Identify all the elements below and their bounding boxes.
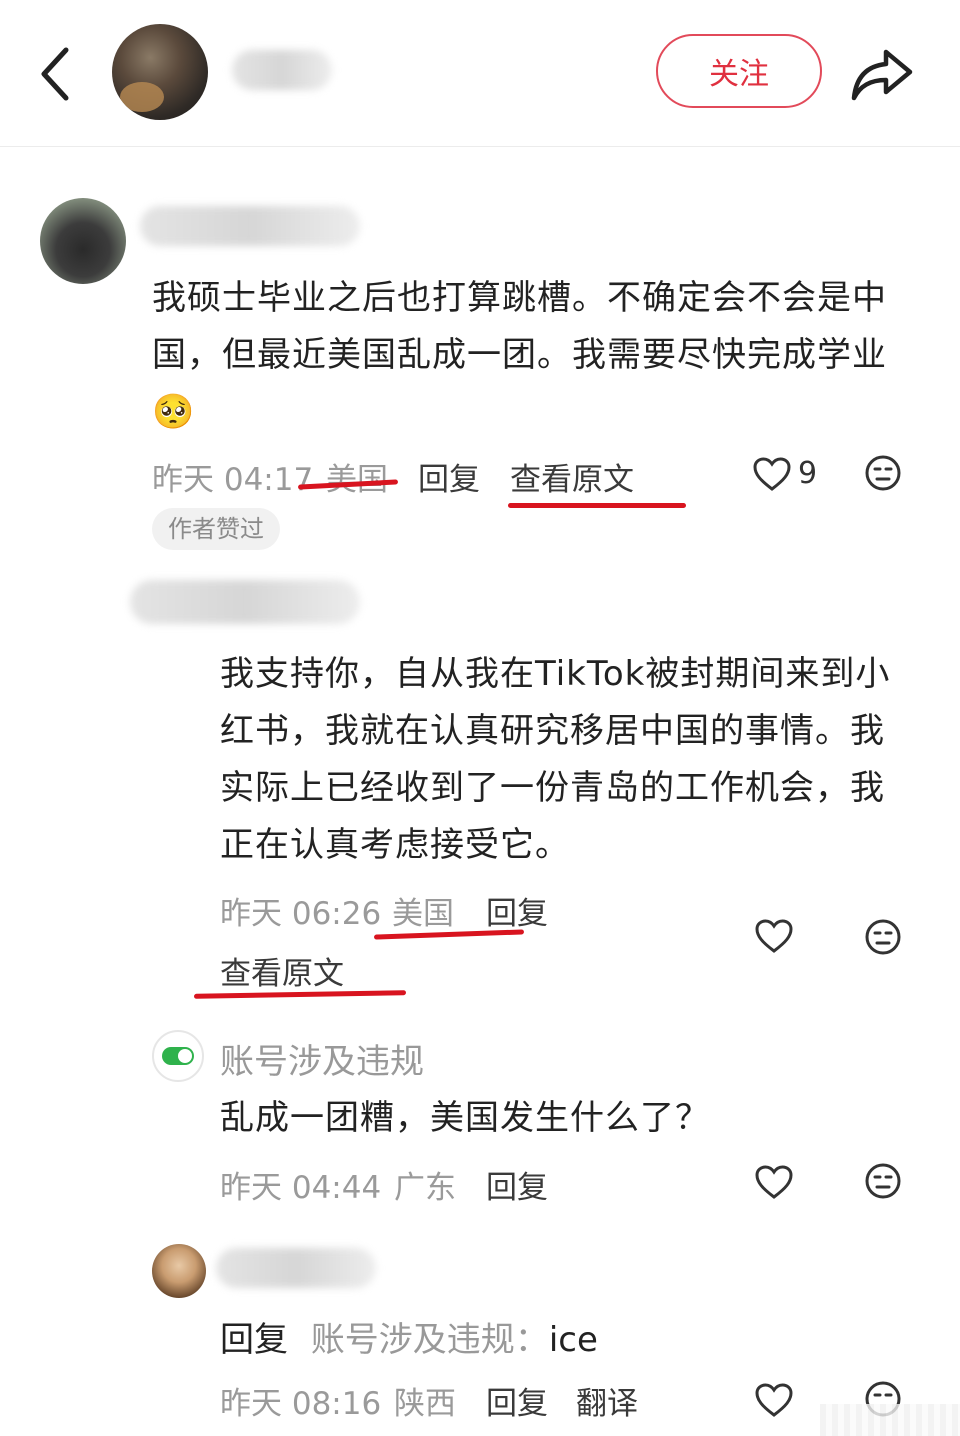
comment-time: 昨天 04:44	[220, 1170, 382, 1206]
reply-line: 回复 账号涉及违规：ice	[220, 1320, 598, 1360]
view-original-button[interactable]: 查看原文	[510, 454, 634, 499]
comment-text: 我硕士毕业之后也打算跳槽。不确定会不会是中国，但最近美国乱成一团。我需要尽快完成…	[152, 278, 887, 432]
like-count: 9	[798, 456, 818, 491]
share-icon[interactable]	[850, 44, 914, 104]
annotation-underline	[508, 503, 686, 508]
heart-icon[interactable]	[754, 918, 794, 954]
comment-location: 广东	[394, 1170, 456, 1206]
pleading-emoji-icon: 🥺	[152, 392, 196, 432]
reply-prefix: 回复	[220, 1320, 288, 1360]
view-original-button[interactable]: 查看原文	[220, 948, 344, 993]
comment-text: 乱成一团糟，美国发生什么了？	[220, 1098, 710, 1138]
author-avatar[interactable]	[112, 24, 208, 120]
comment-location: 美国	[326, 462, 388, 498]
heart-icon[interactable]	[754, 1164, 794, 1200]
reply-button[interactable]: 回复	[486, 1162, 548, 1207]
reply-to-user[interactable]: 账号涉及违规	[311, 1320, 515, 1360]
author-liked-badge: 作者赞过	[152, 508, 280, 550]
commenter-name-blurred[interactable]	[140, 206, 360, 246]
comment-time: 昨天 08:16	[220, 1386, 382, 1422]
comment-location: 陕西	[394, 1386, 456, 1422]
toggle-avatar-icon[interactable]	[152, 1030, 204, 1082]
heart-icon[interactable]	[754, 1382, 794, 1418]
reply-button[interactable]: 回复	[486, 888, 548, 933]
reply-location: 美国	[392, 896, 454, 932]
dislike-face-icon[interactable]	[864, 1162, 902, 1200]
reply-button[interactable]: 回复	[418, 454, 480, 499]
dislike-face-icon[interactable]	[864, 454, 902, 492]
comment-text: ice	[548, 1320, 598, 1360]
commenter-name[interactable]: 账号涉及违规	[220, 1034, 424, 1083]
commenter-avatar[interactable]	[40, 198, 126, 284]
reply-text: 我支持你，自从我在TikTok被封期间来到小红书，我就在认真研究移居中国的事情。…	[220, 654, 891, 865]
watermark-strip	[820, 1404, 960, 1436]
heart-icon[interactable]	[752, 456, 792, 492]
comment-time: 昨天 04:17	[152, 462, 314, 498]
reply-button[interactable]: 回复	[486, 1378, 548, 1423]
translate-button[interactable]: 翻译	[576, 1378, 638, 1423]
top-bar: 关注	[0, 0, 960, 147]
commenter-name-blurred[interactable]	[216, 1248, 376, 1288]
commenter-avatar[interactable]	[152, 1244, 206, 1298]
back-arrow-icon[interactable]	[36, 44, 76, 104]
author-name-blurred[interactable]	[232, 50, 332, 90]
dislike-face-icon[interactable]	[864, 918, 902, 956]
reply-user-blurred[interactable]	[130, 580, 360, 624]
reply-time: 昨天 06:26	[220, 896, 382, 932]
follow-button[interactable]: 关注	[656, 34, 822, 108]
